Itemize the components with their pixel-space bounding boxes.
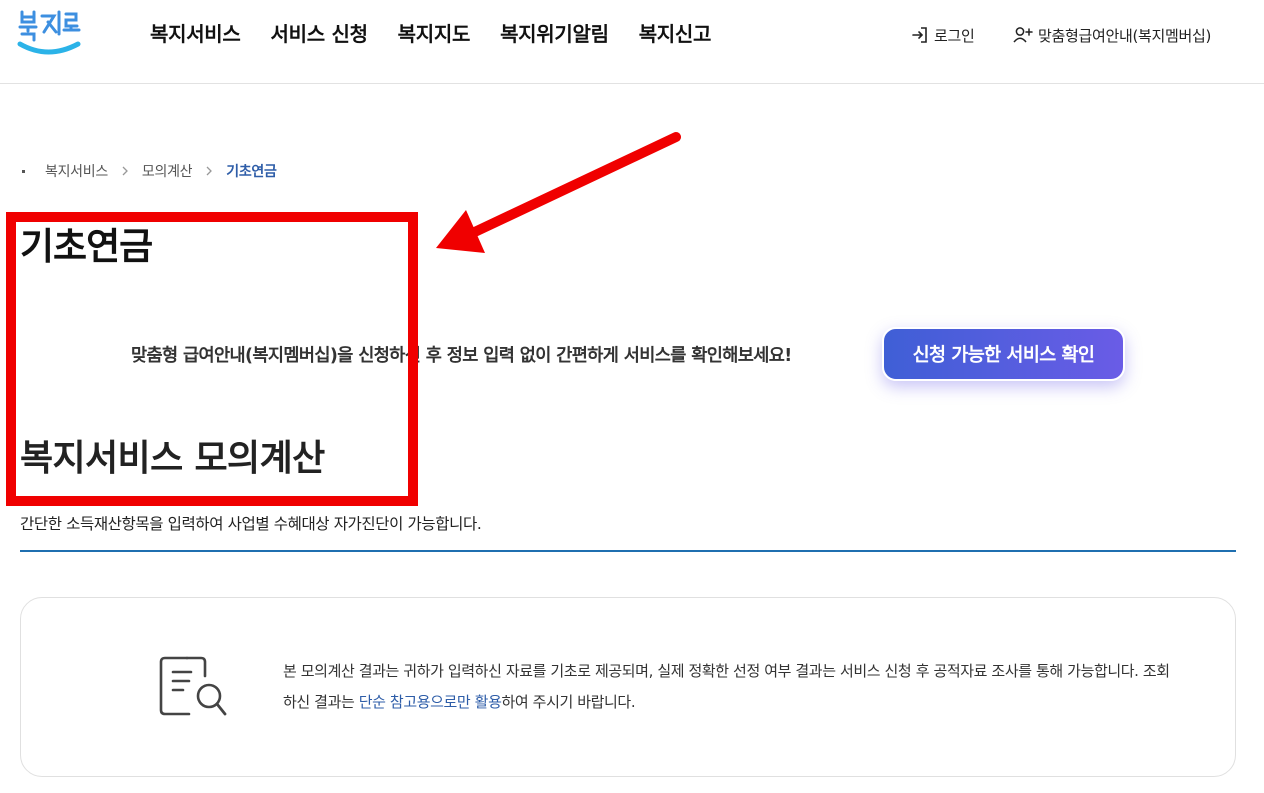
- check-available-services-button[interactable]: 신청 가능한 서비스 확인: [882, 327, 1125, 381]
- notice-box: 본 모의계산 결과는 귀하가 입력하신 자료를 기초로 제공되며, 실제 정확한…: [20, 597, 1236, 777]
- nav-item-welfare-report[interactable]: 복지신고: [639, 18, 712, 47]
- membership-label: 맞춤형급여안내(복지멤버십): [1038, 26, 1212, 45]
- section-divider: [20, 550, 1236, 552]
- user-add-icon: [1013, 27, 1033, 43]
- nav-item-welfare-service[interactable]: 복지서비스: [150, 18, 241, 47]
- main-nav: 복지서비스 서비스 신청 복지지도 복지위기알림 복지신고: [150, 16, 741, 48]
- membership-promo-text: 맞춤형 급여안내(복지멤버십)을 신청하신 후 정보 입력 없이 간편하게 서비…: [131, 346, 792, 366]
- nav-item-service-apply[interactable]: 서비스 신청: [271, 18, 368, 47]
- login-label: 로그인: [934, 26, 975, 45]
- membership-link[interactable]: 맞춤형급여안내(복지멤버십): [1012, 22, 1211, 48]
- chevron-right-icon: [120, 165, 130, 177]
- site-header: 복지서비스 서비스 신청 복지지도 복지위기알림 복지신고 로그인 맞춤형급여안…: [0, 0, 1264, 84]
- login-link[interactable]: 로그인: [910, 22, 975, 48]
- nav-item-welfare-map[interactable]: 복지지도: [398, 18, 471, 47]
- login-icon: [912, 27, 927, 43]
- breadcrumb-item-welfare-service[interactable]: 복지서비스: [45, 161, 108, 181]
- section-description: 간단한 소득재산항목을 입력하여 사업별 수혜대상 자가진단이 가능합니다.: [20, 515, 482, 533]
- bokjiro-logo[interactable]: [14, 2, 86, 60]
- breadcrumb-bullet: [22, 169, 25, 173]
- notice-text-part-2: 하여 주시기 바랍니다.: [501, 693, 636, 711]
- bokjiro-logo-mark: [17, 10, 81, 55]
- breadcrumb-item-simulation[interactable]: 모의계산: [142, 161, 193, 181]
- section-title: 복지서비스 모의계산: [20, 438, 325, 479]
- breadcrumb-current: 기초연금: [226, 164, 277, 180]
- document-search-icon: [159, 654, 229, 720]
- nav-item-crisis-alert[interactable]: 복지위기알림: [500, 18, 609, 47]
- breadcrumb: 복지서비스 모의계산 기초연금: [20, 160, 277, 182]
- page-title: 기초연금: [20, 225, 153, 268]
- notice-text: 본 모의계산 결과는 귀하가 입력하신 자료를 기초로 제공되며, 실제 정확한…: [283, 656, 1183, 718]
- notice-text-highlight: 단순 참고용으로만 활용: [358, 693, 502, 711]
- chevron-right-icon: [204, 165, 214, 177]
